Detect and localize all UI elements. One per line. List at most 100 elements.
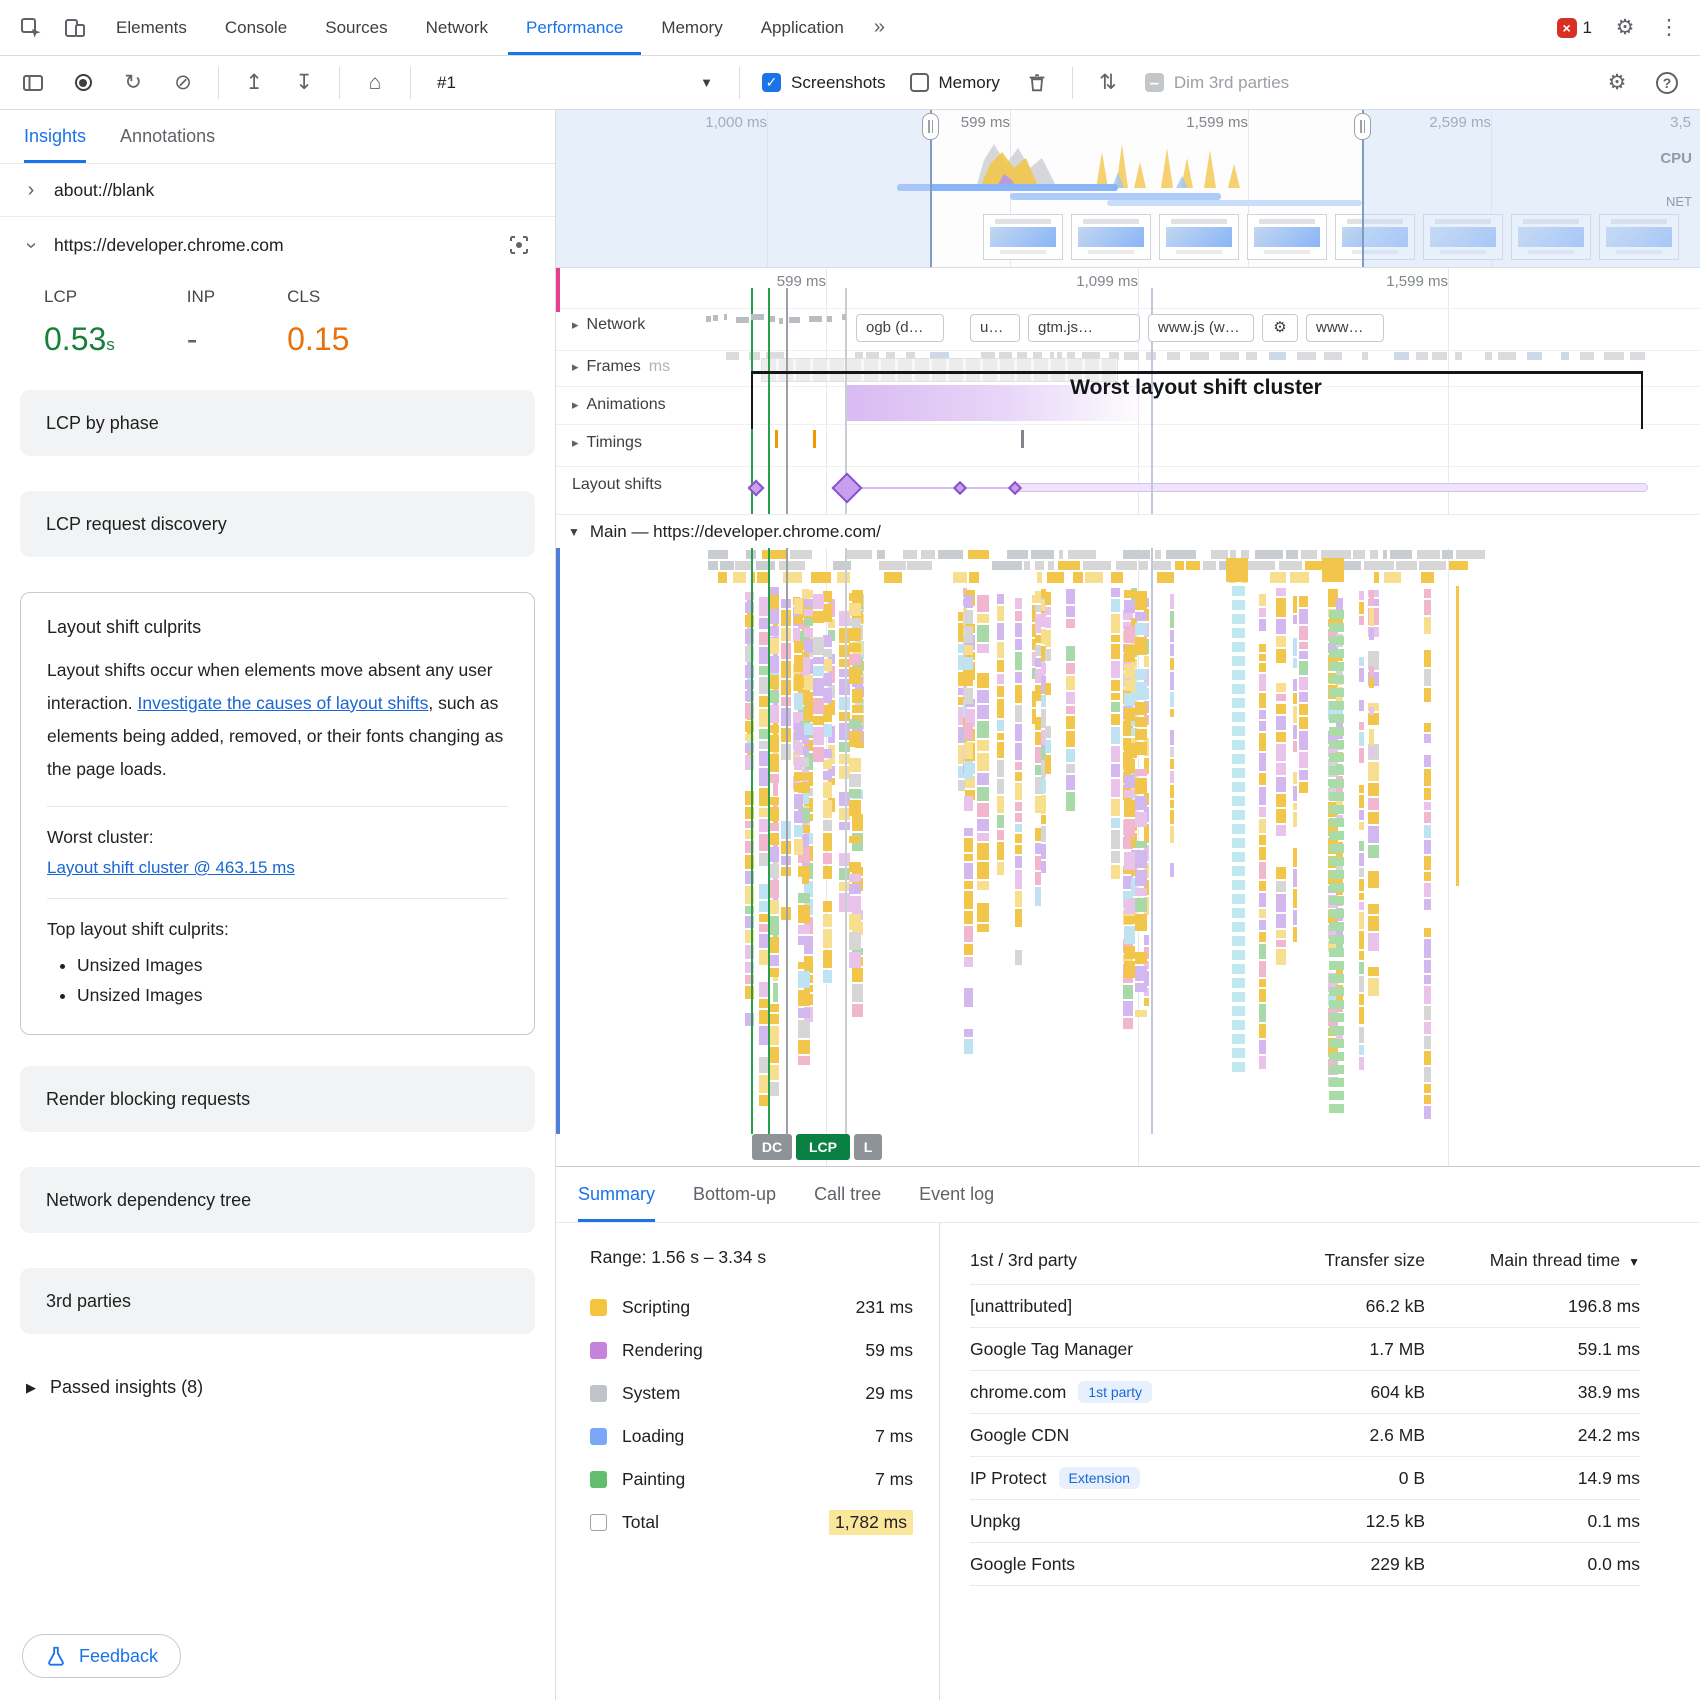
flame-bar[interactable] (823, 929, 831, 947)
flame-bar[interactable] (1111, 714, 1120, 725)
flame-bar[interactable] (968, 550, 989, 559)
flame-bar[interactable] (1232, 628, 1245, 638)
flame-bar[interactable] (1170, 810, 1175, 824)
flame-bar[interactable] (977, 833, 989, 841)
flame-bar[interactable] (1041, 844, 1046, 859)
flame-bar[interactable] (1135, 914, 1147, 931)
flame-bar[interactable] (1369, 729, 1374, 745)
flame-bar[interactable] (1293, 725, 1298, 739)
flame-bar[interactable] (804, 723, 814, 734)
flame-bar[interactable] (997, 699, 1004, 717)
tab-insights[interactable]: Insights (24, 110, 86, 163)
flame-bar[interactable] (735, 561, 752, 570)
flame-bar[interactable] (1259, 1040, 1265, 1054)
flame-bar[interactable] (1135, 870, 1147, 886)
filmstrip-thumb[interactable] (983, 214, 1063, 260)
flame-bar[interactable] (1045, 630, 1052, 647)
flame-bar[interactable] (756, 561, 775, 570)
flame-bar[interactable] (1232, 642, 1245, 652)
flame-bar[interactable] (1359, 700, 1363, 711)
flame-bar[interactable] (804, 708, 814, 721)
flame-bar[interactable] (804, 675, 814, 690)
flame-bar[interactable] (1157, 572, 1174, 583)
flame-bar[interactable] (1299, 651, 1308, 659)
flame-bar[interactable] (1232, 600, 1245, 610)
flame-bar[interactable] (997, 642, 1004, 657)
flame-bar[interactable] (1369, 590, 1374, 606)
flame-bar[interactable] (1111, 644, 1120, 659)
flame-bar[interactable] (1085, 572, 1102, 583)
flame-bar[interactable] (1232, 1048, 1245, 1058)
flame-bar[interactable] (997, 842, 1004, 860)
flame-bar[interactable] (977, 740, 989, 751)
network-minibar[interactable] (1362, 352, 1367, 360)
flame-bar[interactable] (759, 924, 768, 932)
flame-bar[interactable] (794, 839, 803, 855)
network-request-chip[interactable]: ogb (d… (856, 314, 944, 342)
flame-bar[interactable] (1170, 658, 1175, 670)
flame-bar[interactable] (1232, 810, 1245, 820)
flame-bar[interactable] (1059, 550, 1063, 559)
flame-bar[interactable] (1384, 572, 1402, 583)
flame-bar[interactable] (770, 656, 779, 673)
flame-bar[interactable] (1015, 870, 1022, 889)
flame-bar[interactable] (823, 833, 831, 851)
flame-bar[interactable] (1007, 550, 1028, 559)
flame-bar[interactable] (1124, 819, 1135, 837)
network-minibar[interactable] (1527, 352, 1542, 360)
flame-bar[interactable] (811, 572, 832, 583)
col-time-header[interactable]: Main thread time▼ (1425, 1250, 1640, 1271)
flame-bar[interactable] (798, 990, 809, 1006)
flame-bar[interactable] (877, 550, 885, 559)
flame-bar[interactable] (813, 637, 825, 655)
flame-bar[interactable] (1170, 826, 1175, 843)
flame-bar[interactable] (1259, 989, 1265, 1002)
flame-bar[interactable] (770, 880, 779, 898)
flame-bar[interactable] (1456, 586, 1459, 886)
flame-bar[interactable] (1259, 881, 1265, 891)
tab-bottom-up[interactable]: Bottom-up (693, 1167, 776, 1222)
flame-bar[interactable] (1424, 617, 1430, 634)
flame-bar[interactable] (1232, 1020, 1245, 1030)
flame-bar[interactable] (770, 955, 779, 966)
flame-bar[interactable] (1329, 636, 1344, 645)
flame-bar[interactable] (1368, 762, 1379, 780)
flame-bar[interactable] (802, 746, 809, 755)
flame-bar[interactable] (1424, 669, 1430, 686)
flame-bar[interactable] (1359, 732, 1363, 746)
layout-shift-band[interactable] (1015, 483, 1648, 492)
flame-bar[interactable] (1124, 800, 1135, 817)
flame-bar[interactable] (1259, 909, 1265, 919)
flame-bar[interactable] (1068, 550, 1096, 559)
flame-bar[interactable] (1259, 721, 1265, 731)
flame-bar[interactable] (770, 774, 779, 782)
flame-bar[interactable] (1383, 550, 1387, 559)
flame-bar[interactable] (1170, 709, 1175, 717)
flame-bar[interactable] (1424, 1084, 1430, 1094)
flame-bar[interactable] (964, 723, 973, 740)
flame-bar[interactable] (759, 768, 768, 786)
network-minibar[interactable] (1269, 352, 1286, 360)
flame-bar[interactable] (1259, 608, 1265, 617)
network-minibar[interactable] (1124, 352, 1139, 360)
flame-bar[interactable] (1135, 669, 1147, 680)
flame-bar[interactable] (833, 561, 851, 570)
flame-bar[interactable] (1417, 550, 1440, 559)
flame-bar[interactable] (1135, 898, 1147, 912)
flame-bar[interactable] (997, 760, 1004, 777)
flame-bar[interactable] (1255, 550, 1283, 559)
flame-bar[interactable] (798, 893, 809, 903)
flame-bar[interactable] (1329, 883, 1344, 892)
flame-bar[interactable] (1124, 775, 1135, 787)
network-waterfall-bar[interactable] (770, 316, 775, 322)
flame-bar[interactable] (1170, 759, 1175, 768)
flame-bar[interactable] (1424, 856, 1430, 870)
flame-bar[interactable] (1424, 1067, 1430, 1082)
tab-performance[interactable]: Performance (508, 0, 641, 55)
flame-bar[interactable] (1111, 865, 1120, 879)
timeline-overview[interactable]: 1,000 ms 599 ms 1,599 ms 2,599 ms 3,5 CP… (556, 110, 1700, 268)
flame-bar[interactable] (1329, 896, 1344, 905)
flame-bar[interactable] (1259, 619, 1265, 631)
flame-bar[interactable] (1170, 747, 1175, 757)
network-minibar[interactable] (1190, 352, 1209, 360)
